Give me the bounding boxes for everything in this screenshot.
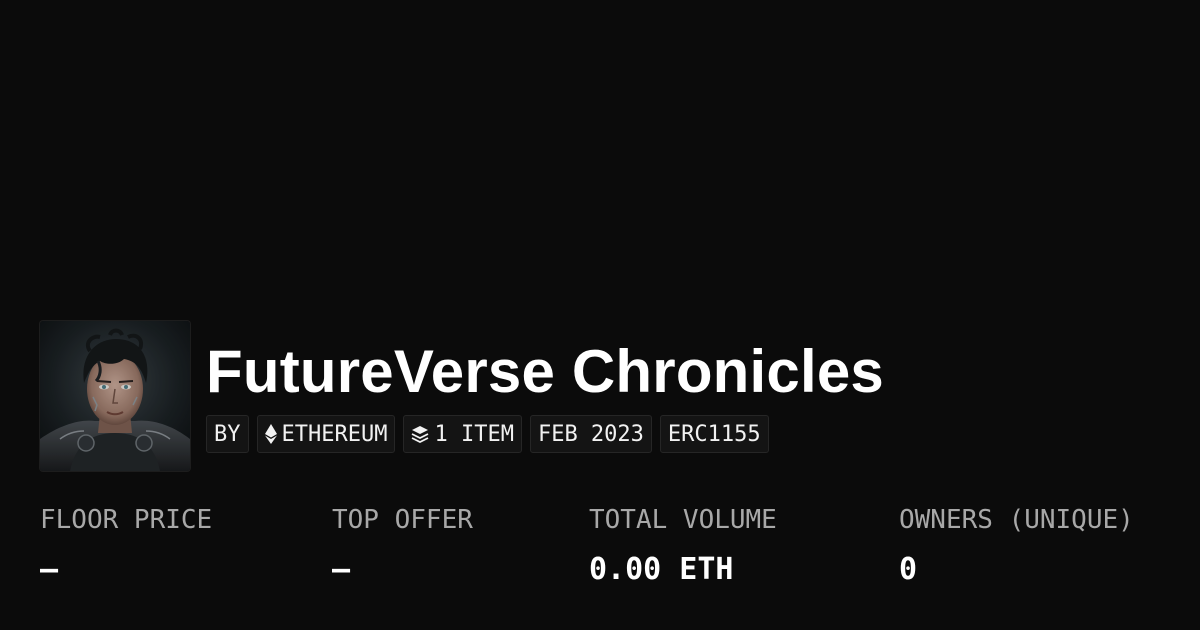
owners-value: 0	[899, 552, 918, 587]
collection-title: FutureVerse Chronicles	[206, 338, 884, 405]
portrait-image	[40, 321, 190, 471]
collection-badges: BY ETHEREUM 1 ITEM FEB 2023 ERC1155	[206, 415, 769, 453]
top-offer-label: TOP OFFER	[332, 505, 473, 535]
floor-price-value: –	[40, 552, 59, 587]
creator-badge[interactable]: BY	[206, 415, 249, 453]
layers-icon	[411, 425, 429, 443]
collection-og-card: FutureVerse Chronicles BY ETHEREUM 1 ITE…	[0, 0, 1200, 630]
total-volume-label: TOTAL VOLUME	[589, 505, 777, 535]
items-badge-label: 1 ITEM	[434, 421, 514, 447]
owners-label: OWNERS (UNIQUE)	[899, 505, 1134, 535]
collection-avatar	[40, 321, 190, 471]
created-date-label: FEB 2023	[537, 421, 644, 447]
floor-price-label: FLOOR PRICE	[40, 505, 213, 535]
creator-badge-label: BY	[214, 421, 241, 447]
token-standard-label: ERC1155	[667, 421, 761, 447]
items-badge[interactable]: 1 ITEM	[403, 415, 522, 453]
top-offer-value: –	[332, 552, 351, 587]
total-volume-value: 0.00 ETH	[589, 552, 734, 587]
token-standard-badge: ERC1155	[659, 415, 769, 453]
ethereum-icon	[264, 424, 277, 444]
chain-badge-label: ETHEREUM	[281, 421, 388, 447]
created-date-badge: FEB 2023	[529, 415, 652, 453]
chain-badge[interactable]: ETHEREUM	[256, 415, 396, 453]
